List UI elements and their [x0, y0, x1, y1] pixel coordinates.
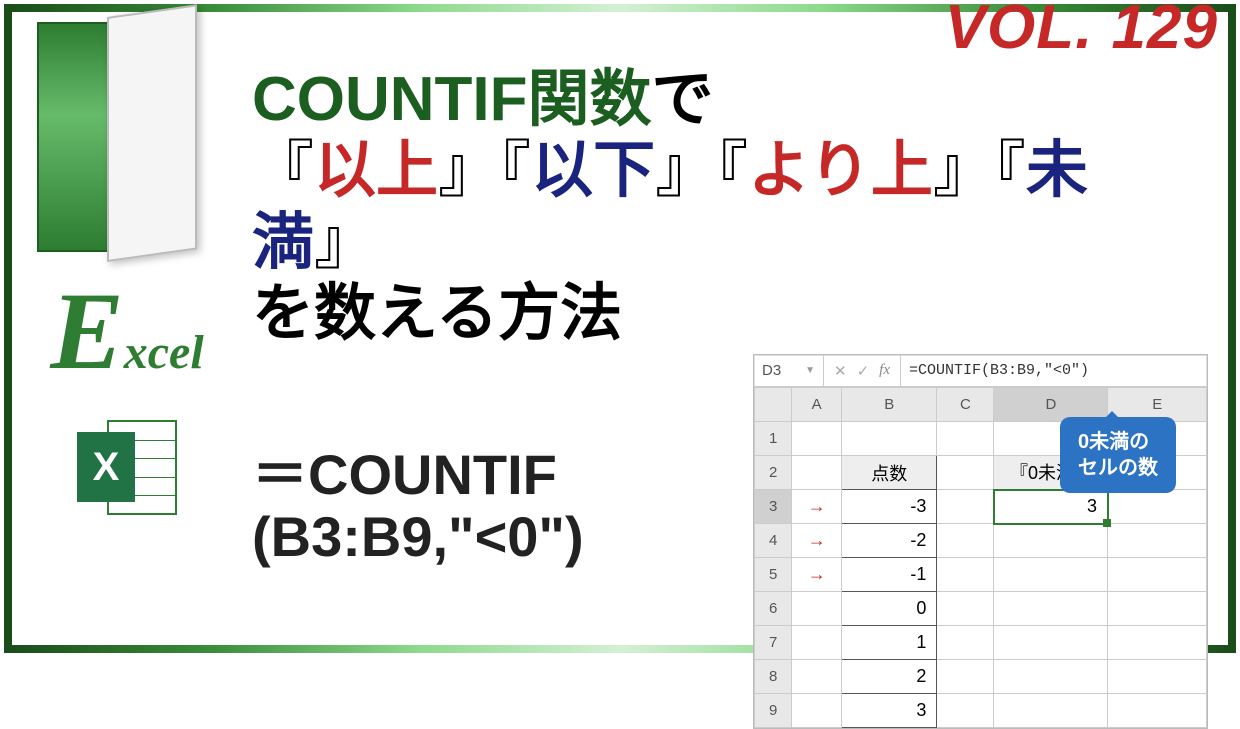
spreadsheet-preview: D3 ▼ ✕ ✓ fx =COUNTIF(B3:B9,"<0") [753, 354, 1208, 729]
excel-icon-x: X [77, 432, 135, 502]
headline-suffix: で [652, 65, 714, 134]
callout-line2: セルの数 [1078, 455, 1158, 481]
formula-bar-icons: ✕ ✓ fx [824, 355, 901, 386]
keyword-ika: 以下 [500, 136, 717, 205]
cell-value[interactable]: 0 [842, 592, 937, 626]
cell[interactable] [937, 592, 994, 626]
cell[interactable] [937, 660, 994, 694]
formula-bar: D3 ▼ ✕ ✓ fx =COUNTIF(B3:B9,"<0") [754, 355, 1207, 387]
row-header[interactable]: 1 [755, 422, 792, 456]
row-header[interactable]: 2 [755, 456, 792, 490]
name-box-value: D3 [762, 362, 781, 379]
main-content: VOL. 129 COUNTIF関数で 以上以下より上未満 を数える方法 ＝CO… [242, 12, 1228, 645]
cell[interactable] [994, 524, 1108, 558]
cell[interactable] [937, 524, 994, 558]
headline: COUNTIF関数で 以上以下より上未満 を数える方法 [252, 64, 1208, 349]
formula-line2: (B3:B9,"<0") [252, 506, 584, 568]
cell[interactable] [842, 422, 937, 456]
col-header-a[interactable]: A [792, 388, 842, 422]
row-header[interactable]: 8 [755, 660, 792, 694]
cell[interactable] [994, 626, 1108, 660]
arrow-icon: → [792, 490, 842, 524]
cell-value[interactable]: -2 [842, 524, 937, 558]
arrow-icon: → [792, 558, 842, 592]
row-header[interactable]: 5 [755, 558, 792, 592]
cell[interactable] [792, 626, 842, 660]
col-header-c[interactable]: C [937, 388, 994, 422]
select-all-corner[interactable] [755, 388, 792, 422]
cancel-icon[interactable]: ✕ [834, 362, 847, 380]
cell[interactable] [937, 694, 994, 728]
cell[interactable] [1108, 694, 1207, 728]
cell[interactable] [792, 694, 842, 728]
cell-value[interactable]: 2 [842, 660, 937, 694]
cell[interactable] [1108, 524, 1207, 558]
name-box[interactable]: D3 ▼ [754, 355, 824, 386]
cell[interactable] [1108, 558, 1207, 592]
cell[interactable] [792, 660, 842, 694]
volume-label: VOL. 129 [945, 0, 1218, 63]
cell[interactable] [937, 422, 994, 456]
row-header[interactable]: 9 [755, 694, 792, 728]
cell[interactable] [994, 694, 1108, 728]
cell[interactable] [937, 456, 994, 490]
fx-icon[interactable]: fx [879, 362, 890, 379]
cell[interactable] [937, 558, 994, 592]
cell[interactable] [937, 490, 994, 524]
arrow-icon: → [792, 524, 842, 558]
row-header[interactable]: 6 [755, 592, 792, 626]
cell[interactable] [1108, 490, 1207, 524]
excel-wordmark: Excel [50, 287, 203, 380]
col-header-b[interactable]: B [842, 388, 937, 422]
cell[interactable] [1108, 660, 1207, 694]
sidebar: Excel X [12, 12, 242, 645]
chevron-down-icon: ▼ [805, 365, 815, 376]
cell-value[interactable]: -3 [842, 490, 937, 524]
cell[interactable] [994, 558, 1108, 592]
check-icon[interactable]: ✓ [857, 362, 870, 380]
headline-function: COUNTIF関数 [252, 65, 652, 134]
cell[interactable] [994, 660, 1108, 694]
callout-tooltip: 0未満の セルの数 [1060, 417, 1176, 493]
cell[interactable] [1108, 626, 1207, 660]
row-header[interactable]: 3 [755, 490, 792, 524]
door-graphic [37, 22, 217, 257]
selected-cell[interactable]: 3 [994, 490, 1108, 524]
keyword-ijou: 以上 [252, 136, 500, 205]
cell[interactable] [937, 626, 994, 660]
cell[interactable] [792, 456, 842, 490]
formula-line1: ＝COUNTIF [252, 444, 584, 506]
thumbnail-frame: Excel X VOL. 129 COUNTIF関数で 以上以下より上未満 を数… [4, 4, 1236, 653]
callout-line1: 0未満の [1078, 429, 1158, 455]
keyword-yoriue: より上 [717, 136, 995, 205]
cell[interactable] [792, 422, 842, 456]
cell-value[interactable]: -1 [842, 558, 937, 592]
cell[interactable] [994, 592, 1108, 626]
cell[interactable] [1108, 592, 1207, 626]
cell-value[interactable]: 3 [842, 694, 937, 728]
formula-display: ＝COUNTIF (B3:B9,"<0") [252, 444, 584, 729]
headline-tail: を数える方法 [252, 278, 1208, 349]
row-header[interactable]: 4 [755, 524, 792, 558]
cell[interactable] [792, 592, 842, 626]
logo-e: E [50, 270, 123, 392]
logo-rest: xcel [124, 326, 204, 379]
cell-value[interactable]: 1 [842, 626, 937, 660]
excel-app-icon: X [77, 420, 177, 515]
row-header[interactable]: 7 [755, 626, 792, 660]
header-score[interactable]: 点数 [842, 456, 937, 490]
formula-bar-text[interactable]: =COUNTIF(B3:B9,"<0") [901, 355, 1207, 386]
